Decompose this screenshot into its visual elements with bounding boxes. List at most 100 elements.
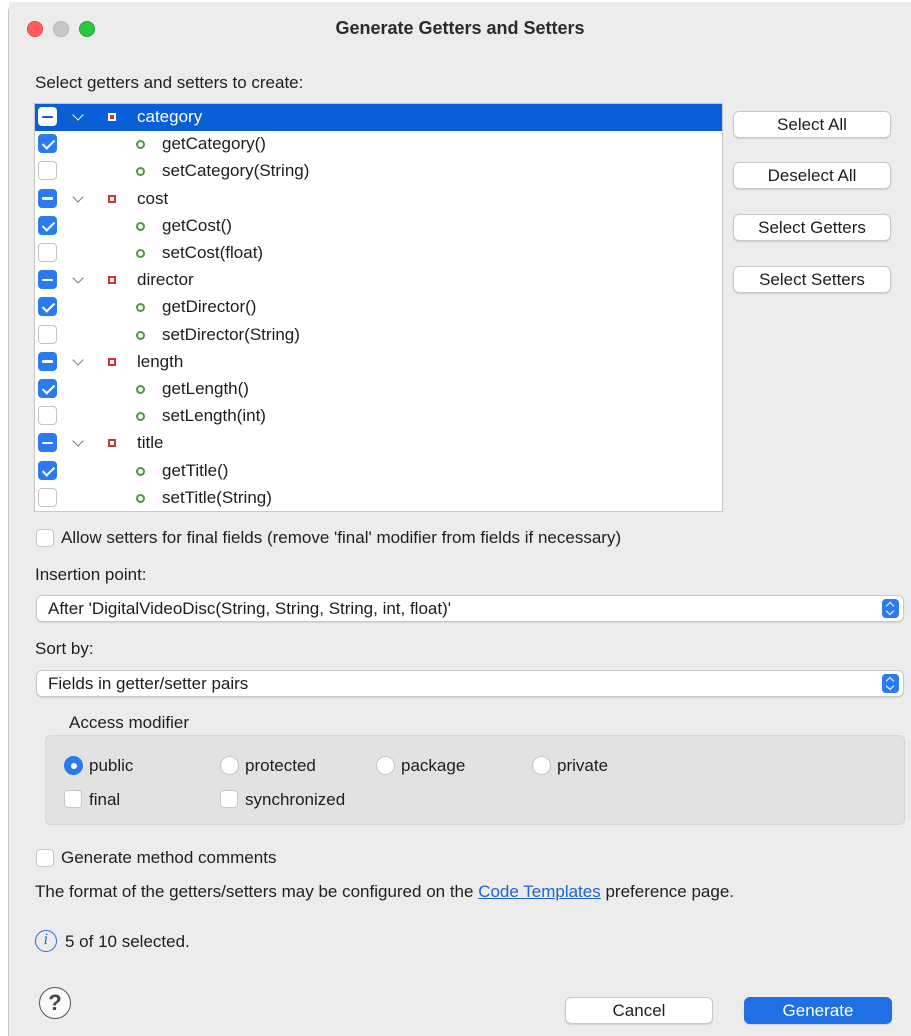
members-tree[interactable]: category getCategory() setCategory(String)… — [34, 103, 723, 512]
tree-row-label: length — [137, 351, 184, 371]
tree-row-label: setLength(int) — [162, 406, 266, 426]
info-icon: i — [35, 930, 57, 952]
tree-checkbox[interactable] — [38, 324, 57, 344]
tree-label: Select getters and setters to create: — [35, 73, 304, 92]
sort-by-value: Fields in getter/setter pairs — [48, 674, 249, 693]
tree-checkbox[interactable] — [38, 487, 57, 507]
insertion-point-select[interactable]: After 'DigitalVideoDisc(String, String, … — [36, 595, 904, 622]
chevron-down-icon[interactable] — [72, 190, 86, 206]
radio-private[interactable] — [532, 756, 551, 775]
cancel-button[interactable]: Cancel — [565, 997, 713, 1024]
tree-checkbox[interactable] — [38, 188, 57, 208]
select-getters-button[interactable]: Select Getters — [733, 214, 891, 241]
method-icon — [136, 493, 145, 503]
insertion-point-value: After 'DigitalVideoDisc(String, String, … — [48, 599, 452, 618]
tree-field-row[interactable]: category — [35, 104, 722, 131]
chevron-down-icon[interactable] — [72, 434, 86, 450]
tree-method-row[interactable]: getCost() — [35, 213, 722, 240]
radio-package[interactable] — [376, 756, 395, 775]
radio-protected-label: protected — [245, 756, 316, 775]
tree-method-row[interactable]: getLength() — [35, 376, 722, 403]
radio-protected[interactable] — [220, 756, 239, 775]
tree-row-label: category — [137, 107, 203, 126]
synchronized-checkbox[interactable] — [220, 790, 238, 808]
field-icon — [108, 439, 116, 448]
tree-checkbox[interactable] — [38, 406, 57, 426]
access-modifier-label: Access modifier — [69, 713, 189, 732]
method-icon — [136, 412, 145, 422]
method-icon — [136, 221, 145, 231]
tree-field-row[interactable]: title — [35, 430, 722, 457]
tree-checkbox[interactable] — [38, 243, 57, 262]
tree-checkbox[interactable] — [38, 351, 57, 371]
tree-method-row[interactable]: getCategory() — [35, 131, 722, 158]
chevron-down-icon[interactable] — [72, 353, 86, 369]
synchronized-label: synchronized — [245, 790, 346, 809]
status-text: 5 of 10 selected. — [65, 932, 190, 951]
tree-checkbox[interactable] — [38, 107, 57, 126]
method-icon — [136, 167, 145, 177]
dialog-window: Generate Getters and Setters Select gett… — [8, 2, 911, 1036]
tree-checkbox[interactable] — [38, 460, 57, 480]
final-label: final — [89, 790, 121, 809]
tree-checkbox[interactable] — [38, 270, 57, 290]
field-icon — [108, 357, 116, 366]
method-icon — [136, 330, 145, 340]
chevron-down-icon[interactable] — [72, 271, 86, 287]
tree-checkbox[interactable] — [38, 297, 57, 317]
field-icon — [108, 276, 116, 285]
tree-method-row[interactable]: setLength(int) — [35, 403, 722, 430]
generate-comments-checkbox[interactable] — [36, 849, 54, 867]
chevron-down-icon[interactable] — [72, 108, 86, 124]
tree-row-label: getDirector() — [162, 297, 257, 317]
select-all-button[interactable]: Select All — [733, 111, 891, 138]
tree-method-row[interactable]: getDirector() — [35, 294, 722, 321]
format-note-text-end: preference page. — [600, 882, 734, 901]
tree-method-row[interactable]: setDirector(String) — [35, 322, 722, 349]
format-note: The format of the getters/setters may be… — [35, 882, 734, 902]
tree-method-row[interactable]: getTitle() — [35, 458, 722, 485]
tree-checkbox[interactable] — [38, 379, 57, 398]
radio-package-label: package — [401, 756, 466, 775]
tree-field-row[interactable]: length — [35, 349, 722, 376]
tree-row-label: setDirector(String) — [162, 324, 300, 344]
generate-button[interactable]: Generate — [744, 997, 892, 1024]
tree-checkbox[interactable] — [38, 215, 57, 235]
tree-row-label: setTitle(String) — [162, 487, 272, 507]
tree-checkbox[interactable] — [38, 161, 57, 181]
tree-method-row[interactable]: setTitle(String) — [35, 485, 722, 511]
tree-method-row[interactable]: setCost(float) — [35, 240, 722, 267]
tree-row-label: getLength() — [162, 379, 249, 398]
field-icon — [108, 194, 116, 203]
tree-checkbox[interactable] — [38, 433, 57, 453]
title-bar: Generate Getters and Setters — [9, 2, 911, 54]
window-title: Generate Getters and Setters — [335, 18, 585, 38]
radio-public[interactable] — [64, 756, 83, 775]
tree-method-row[interactable]: setCategory(String) — [35, 158, 722, 185]
select-setters-button[interactable]: Select Setters — [733, 266, 891, 293]
access-modifier-group: public protected package private final s… — [45, 735, 905, 825]
deselect-all-button[interactable]: Deselect All — [733, 162, 891, 189]
tree-row-label: getCategory() — [162, 134, 266, 154]
code-templates-link[interactable]: Code Templates — [478, 882, 601, 901]
method-icon — [136, 466, 145, 476]
sort-by-select[interactable]: Fields in getter/setter pairs — [36, 670, 904, 697]
tree-row-label: cost — [137, 188, 169, 208]
final-checkbox[interactable] — [64, 790, 82, 808]
method-icon — [136, 303, 145, 313]
radio-private-label: private — [557, 756, 609, 775]
tree-field-row[interactable]: director — [35, 267, 722, 294]
radio-public-label: public — [89, 756, 134, 775]
method-icon — [136, 385, 145, 394]
select-arrows-icon — [882, 674, 899, 693]
help-icon[interactable]: ? — [39, 987, 71, 1019]
tree-row-label: title — [137, 433, 164, 453]
allow-setters-final-checkbox[interactable] — [36, 529, 54, 547]
tree-row-label: setCategory(String) — [162, 161, 310, 181]
tree-row-label: director — [137, 270, 194, 290]
tree-checkbox[interactable] — [38, 134, 57, 154]
tree-row-label: setCost(float) — [162, 243, 264, 262]
format-note-text: The format of the getters/setters may be… — [35, 882, 479, 901]
tree-field-row[interactable]: cost — [35, 186, 722, 213]
field-icon — [108, 113, 116, 121]
